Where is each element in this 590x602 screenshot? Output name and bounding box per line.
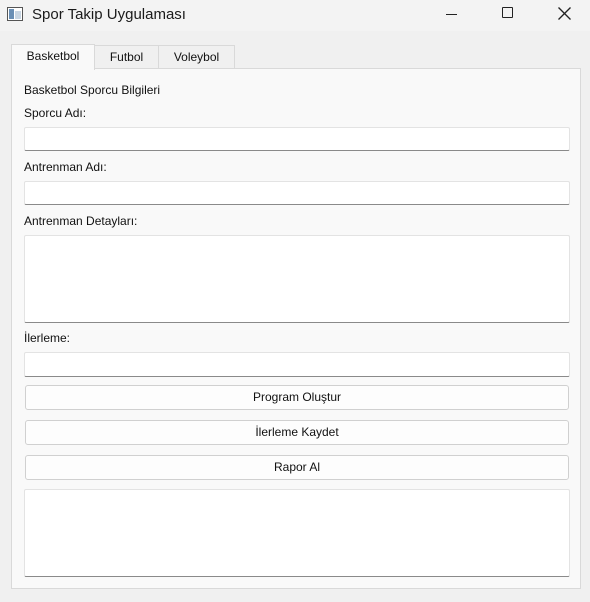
create-program-button[interactable]: Program Oluştur [25,385,569,410]
progress-input[interactable] [24,352,570,377]
get-report-button[interactable]: Rapor Al [25,455,569,480]
app-icon [7,7,23,21]
tab-basketbol[interactable]: Basketbol [11,44,95,70]
close-button[interactable] [540,0,586,31]
window-title: Spor Takip Uygulaması [32,6,186,23]
title-bar: Spor Takip Uygulaması [0,0,590,31]
athlete-name-input[interactable] [24,127,570,151]
progress-label: İlerleme: [24,331,71,345]
report-output-textarea[interactable] [24,489,570,577]
basketbol-tab-panel: Basketbol Sporcu Bilgileri Sporcu Adı: A… [11,68,581,589]
save-progress-button[interactable]: İlerleme Kaydet [25,420,569,445]
maximize-button[interactable] [484,0,530,31]
training-name-label: Antrenman Adı: [24,160,107,174]
maximize-icon [502,7,513,18]
app-window: Spor Takip Uygulaması Basketbol Futbol V… [0,0,590,602]
minimize-button[interactable] [428,0,474,31]
training-details-label: Antrenman Detayları: [24,214,138,228]
tab-voleybol[interactable]: Voleybol [159,45,235,69]
training-details-textarea[interactable] [24,235,570,323]
close-icon [558,7,571,20]
athlete-name-label: Sporcu Adı: [24,106,87,120]
section-title: Basketbol Sporcu Bilgileri [24,83,161,97]
minimize-icon [446,14,457,15]
training-name-input[interactable] [24,181,570,205]
tab-futbol[interactable]: Futbol [95,45,159,69]
